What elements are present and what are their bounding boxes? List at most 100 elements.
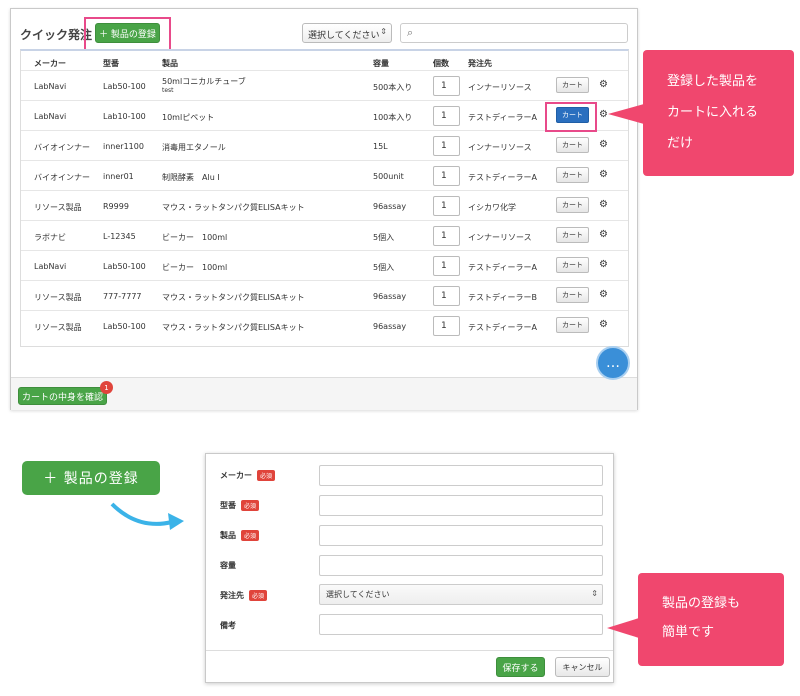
field-label-maker: メーカー 必須 bbox=[220, 470, 276, 481]
gear-icon[interactable]: ⚙ bbox=[599, 199, 608, 210]
volume-cell: 5個入 bbox=[373, 233, 395, 242]
maker-cell: LabNavi bbox=[34, 112, 67, 121]
panel-title: クイック発注 bbox=[20, 28, 93, 42]
notes-field[interactable] bbox=[319, 614, 603, 635]
vendor-select-value: 選択してください bbox=[326, 590, 390, 599]
add-to-cart-button[interactable]: カート bbox=[556, 167, 589, 183]
vendor-select[interactable]: 選択してください ⇕ bbox=[319, 584, 603, 605]
model-cell: Lab50-100 bbox=[103, 322, 146, 331]
quantity-input[interactable]: 1 bbox=[433, 226, 460, 246]
maker-cell: リソース製品 bbox=[34, 203, 82, 212]
model-field[interactable] bbox=[319, 495, 603, 516]
product-cell: 制限酵素 Alu I bbox=[162, 173, 220, 182]
table-row: リソース製品 Lab50-100 マウス・ラットタンパク質ELISAキット 96ass… bbox=[21, 310, 628, 340]
gear-icon[interactable]: ⚙ bbox=[599, 109, 608, 120]
table-row: リソース製品 777-7777 マウス・ラットタンパク質ELISAキット 96assa… bbox=[21, 280, 628, 310]
form-footer bbox=[206, 650, 613, 683]
volume-cell: 96assay bbox=[373, 202, 407, 211]
vendor-cell: テストディーラーA bbox=[468, 173, 537, 182]
add-to-cart-button[interactable]: カート bbox=[556, 317, 589, 333]
quantity-input[interactable]: 1 bbox=[433, 136, 460, 156]
table-row: LabNavi Lab10-100 10mlピペット 100本入り テストディーラーA 1… bbox=[21, 100, 628, 130]
callout-line: 登録した製品を bbox=[667, 74, 759, 89]
required-badge: 必須 bbox=[241, 530, 260, 541]
callout-pointer bbox=[608, 104, 644, 124]
product-cell: マウス・ラットタンパク質ELISAキット bbox=[162, 293, 305, 302]
product-cell: ビーカー 100ml bbox=[162, 263, 228, 272]
volume-cell: 5個入 bbox=[373, 263, 395, 272]
quantity-input[interactable]: 1 bbox=[433, 166, 460, 186]
gear-icon[interactable]: ⚙ bbox=[599, 259, 608, 270]
vendor-cell: テストディーラーA bbox=[468, 113, 537, 122]
volume-field[interactable] bbox=[319, 555, 603, 576]
cancel-button[interactable]: キャンセル bbox=[555, 657, 610, 677]
callout-line: だけ bbox=[667, 136, 694, 151]
column-header-qty: 個数 bbox=[433, 59, 449, 68]
volume-cell: 100本入り bbox=[373, 113, 413, 122]
column-header-model: 型番 bbox=[103, 59, 119, 68]
required-badge: 必須 bbox=[241, 500, 260, 511]
quantity-input[interactable]: 1 bbox=[433, 286, 460, 306]
add-to-cart-button[interactable]: カート bbox=[556, 257, 589, 273]
gear-icon[interactable]: ⚙ bbox=[599, 79, 608, 90]
callout-pointer bbox=[607, 618, 639, 638]
model-cell: Lab10-100 bbox=[103, 112, 146, 121]
gear-icon[interactable]: ⚙ bbox=[599, 289, 608, 300]
maker-field[interactable] bbox=[319, 465, 603, 486]
column-header-maker: メーカー bbox=[34, 59, 66, 68]
product-note: test bbox=[162, 87, 174, 94]
view-cart-button[interactable]: カートの中身を確認 bbox=[18, 387, 107, 405]
required-badge: 必須 bbox=[249, 590, 268, 601]
maker-cell: ラボナビ bbox=[34, 233, 66, 242]
product-table: メーカー 型番 製品 容量 個数 発注先 LabNavi Lab50-100 50m… bbox=[20, 49, 629, 347]
callout-line: カートに入れる bbox=[667, 105, 759, 120]
model-cell: inner01 bbox=[103, 172, 134, 181]
volume-cell: 500unit bbox=[373, 172, 404, 181]
gear-icon[interactable]: ⚙ bbox=[599, 139, 608, 150]
chat-bubble-icon[interactable]: … bbox=[596, 346, 630, 380]
product-cell: 消毒用エタノール bbox=[162, 143, 226, 152]
quantity-input[interactable]: 1 bbox=[433, 316, 460, 336]
add-to-cart-button[interactable]: カート bbox=[556, 77, 589, 93]
product-field[interactable] bbox=[319, 525, 603, 546]
product-cell: 10mlピペット bbox=[162, 113, 215, 122]
callout-add-to-cart: 登録した製品を カートに入れる だけ bbox=[643, 50, 794, 176]
save-button[interactable]: 保存する bbox=[496, 657, 545, 677]
field-label-product: 製品 必須 bbox=[220, 530, 260, 541]
add-to-cart-button[interactable]: カート bbox=[556, 287, 589, 303]
column-header-vendor: 発注先 bbox=[468, 59, 492, 68]
search-icon: ⌕ bbox=[407, 26, 414, 39]
add-to-cart-button[interactable]: カート bbox=[556, 227, 589, 243]
table-row: リソース製品 R9999 マウス・ラットタンパク質ELISAキット 96assay イシ… bbox=[21, 190, 628, 220]
vendor-filter-select[interactable]: 選択してください ⇕ bbox=[302, 23, 392, 43]
model-cell: R9999 bbox=[103, 202, 129, 211]
quantity-input[interactable]: 1 bbox=[433, 196, 460, 216]
quantity-input[interactable]: 1 bbox=[433, 76, 460, 96]
search-input[interactable]: ⌕ bbox=[400, 23, 628, 43]
required-badge: 必須 bbox=[257, 470, 276, 481]
add-to-cart-button[interactable]: カート bbox=[556, 137, 589, 153]
vendor-cell: テストディーラーA bbox=[468, 263, 537, 272]
quantity-input[interactable]: 1 bbox=[433, 106, 460, 126]
product-cell: マウス・ラットタンパク質ELISAキット bbox=[162, 323, 305, 332]
select-arrows-icon: ⇕ bbox=[591, 589, 598, 598]
add-product-button-large[interactable]: ＋ 製品の登録 bbox=[22, 461, 160, 495]
table-row: LabNavi Lab50-100 50mlコニカルチューブ 500本入り インナーリソ… bbox=[21, 70, 628, 100]
gear-icon[interactable]: ⚙ bbox=[599, 229, 608, 240]
product-cell: ビーカー 100ml bbox=[162, 233, 228, 242]
gear-icon[interactable]: ⚙ bbox=[599, 169, 608, 180]
volume-cell: 96assay bbox=[373, 322, 407, 331]
gear-icon[interactable]: ⚙ bbox=[599, 319, 608, 330]
field-label-vendor: 発注先 必須 bbox=[220, 590, 268, 601]
column-header-volume: 容量 bbox=[373, 59, 389, 68]
model-cell: Lab50-100 bbox=[103, 82, 146, 91]
product-register-form: メーカー 必須 型番 必須 製品 必須 容量 発注先 必須 選択してください ⇕ 備考 … bbox=[205, 453, 614, 683]
field-label-model: 型番 必須 bbox=[220, 500, 260, 511]
product-cell: 50mlコニカルチューブ bbox=[162, 77, 246, 86]
model-cell: 777-7777 bbox=[103, 292, 142, 301]
vendor-filter-value: 選択してください bbox=[308, 31, 380, 41]
vendor-cell: インナーリソース bbox=[468, 233, 532, 242]
add-to-cart-button[interactable]: カート bbox=[556, 197, 589, 213]
quantity-input[interactable]: 1 bbox=[433, 256, 460, 276]
add-product-button[interactable]: ＋ 製品の登録 bbox=[95, 23, 160, 43]
